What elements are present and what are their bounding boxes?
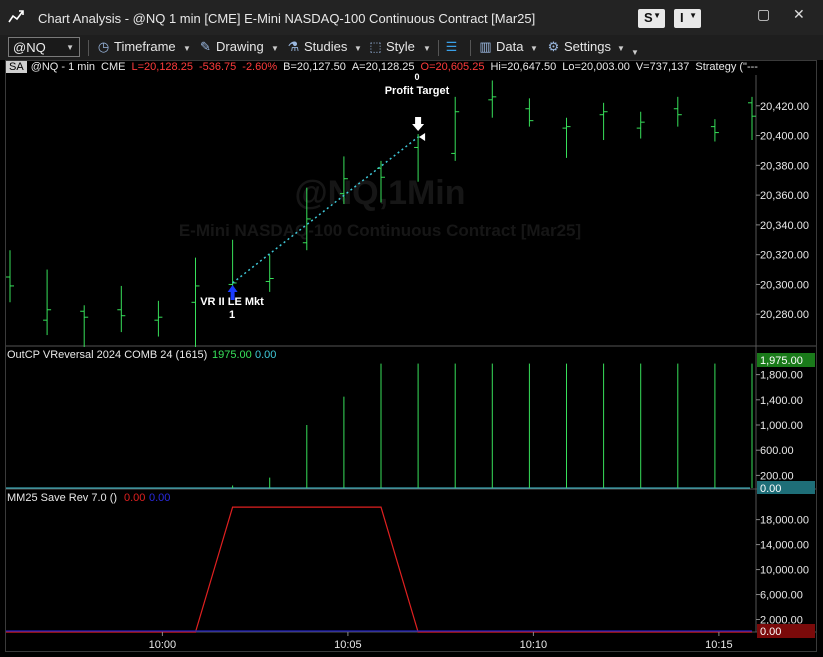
- outcp-title: OutCP VReversal 2024 COMB 24 (1615): [7, 349, 207, 361]
- info-volume: V=737,137: [635, 61, 690, 73]
- outcp-tick-label: 1,800.00: [760, 370, 803, 382]
- outcp-value1: 1975.00: [212, 349, 252, 361]
- outcp-tick-label: 600.00: [760, 445, 794, 457]
- info-high: Hi=20,647.50: [490, 61, 557, 73]
- info-open: O=20,605.25: [420, 61, 485, 73]
- chart-svg[interactable]: @NQ,1Min E-Mini NASDAQ-100 Continuous Co…: [0, 0, 823, 657]
- time-tick-label: 10:00: [149, 639, 177, 651]
- info-exchange: CME: [101, 61, 126, 73]
- mm25-value2: 0.00: [149, 492, 170, 504]
- info-change: -536.75: [198, 61, 237, 73]
- outcp-last-value: 1,975.00: [760, 355, 803, 367]
- time-tick-label: 10:05: [334, 639, 362, 651]
- price-tick-label: 20,400.00: [760, 131, 809, 143]
- info-ask: A=20,128.25: [351, 61, 415, 73]
- mm25-tick-label: 10,000.00: [760, 565, 809, 577]
- mm25-pane[interactable]: 18,000.0014,000.0010,000.006,000.002,000…: [6, 506, 809, 633]
- price-tick-label: 20,380.00: [760, 160, 809, 172]
- sa-badge[interactable]: SA: [6, 61, 27, 73]
- price-pane[interactable]: 20,420.00 20,400.00 20,380.00 20,360.00 20,3…: [6, 80, 809, 347]
- price-tick-label: 20,280.00: [760, 309, 809, 321]
- entry-qty: 1: [229, 309, 235, 321]
- outcp-tick-label: 1,000.00: [760, 420, 803, 432]
- price-tick-label: 20,320.00: [760, 250, 809, 262]
- quote-info-bar: SA @NQ - 1 min CME L=20,128.25 -536.75 -2.60%…: [6, 61, 764, 75]
- price-tick-label: 20,360.00: [760, 190, 809, 202]
- price-tick-label: 20,300.00: [760, 279, 809, 291]
- outcp-tick-label: 200.00: [760, 470, 794, 482]
- mm25-tick-label: 18,000.00: [760, 515, 809, 527]
- watermark-symbol: @NQ,1Min: [294, 174, 465, 212]
- exit-arrow-icon: [412, 117, 425, 132]
- info-low: Lo=20,003.00: [562, 61, 630, 73]
- info-strategy: Strategy ("---: [695, 61, 758, 73]
- outcp-pane[interactable]: 1,800.00 1,400.00 1,000.00 600.00 200.00: [6, 363, 803, 489]
- mm25-value1: 0.00: [124, 492, 145, 504]
- outcp-value2: 0.00: [255, 349, 276, 361]
- outcp-tick-label: 1,400.00: [760, 395, 803, 407]
- mm25-tick-label: 14,000.00: [760, 540, 809, 552]
- info-bid: B=20,127.50: [283, 61, 346, 73]
- mm25-last-value: 0.00: [760, 626, 781, 638]
- price-tick-label: 20,340.00: [760, 220, 809, 232]
- mm25-tick-label: 6,000.00: [760, 590, 803, 602]
- mm25-series-line: [6, 506, 752, 633]
- exit-marker-icon: [419, 133, 426, 142]
- watermark-name: E-Mini NASDAQ-100 Continuous Contract [M…: [179, 221, 581, 240]
- outcp-zero-value: 0.00: [760, 483, 781, 495]
- info-pct: -2.60%: [242, 61, 278, 73]
- entry-label: VR II LE Mkt: [200, 296, 264, 308]
- time-tick-label: 10:10: [520, 639, 548, 651]
- price-tick-label: 20,420.00: [760, 101, 809, 113]
- time-axis[interactable]: 10:00 10:05 10:10 10:15: [149, 632, 733, 651]
- info-last: L=20,128.25: [131, 61, 193, 73]
- info-symbol: @NQ - 1 min: [30, 61, 96, 73]
- time-tick-label: 10:15: [705, 639, 733, 651]
- mm25-title: MM25 Save Rev 7.0 (): [7, 492, 117, 504]
- exit-label: Profit Target: [385, 85, 450, 97]
